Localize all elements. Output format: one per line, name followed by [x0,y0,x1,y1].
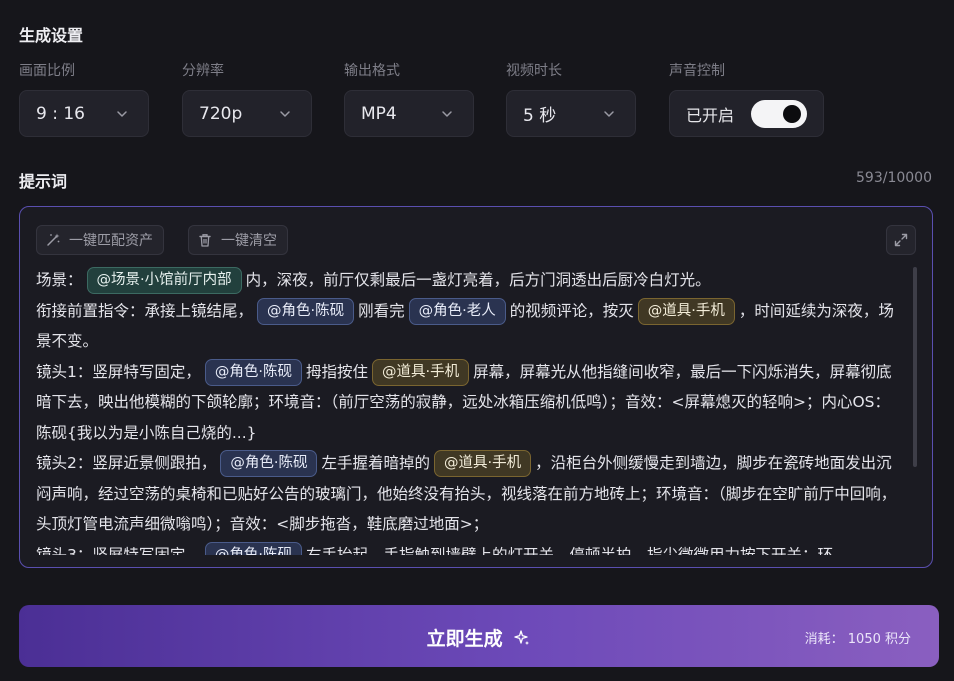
prompt-text-segment: 内，深夜，前厅仅剩最后一盏灯亮着，后方门洞透出后厨冷白灯光。 [245,271,711,289]
prompt-text-segment: 的视频评论，按灭 [509,301,634,320]
scrollbar[interactable] [913,267,917,467]
prompt-char-counter: 593/10000 [856,170,932,186]
prompt-text-segment: 镜头3：竖屏特写固定， [36,545,201,556]
expand-button[interactable] [886,225,916,255]
sound-label: 声音控制 [669,63,725,79]
prompt-text-segment: 场景： [36,271,83,289]
sound-control: 已开启 [669,90,824,137]
settings-title: 生成设置 [19,26,84,45]
prompt-text[interactable]: 场景： @场景·小馆前厅内部 内，深夜，前厅仅剩最后一盏灯亮着，后方门洞透出后厨冷白… [36,265,902,555]
chevron-down-icon [280,110,290,117]
sound-toggle[interactable] [751,100,807,128]
sound-status: 已开启 [686,105,735,125]
resolution-select[interactable]: 720p [182,90,312,137]
chevron-down-icon [604,110,614,117]
asset-tag-role[interactable]: @角色·陈砚 [257,297,355,325]
aspect-ratio-value: 9 : 16 [36,103,85,124]
asset-tag-prop[interactable]: @道具·手机 [637,297,735,325]
asset-tag-role[interactable]: @角色·陈砚 [220,450,318,477]
trash-icon [199,234,211,247]
asset-tag-role[interactable]: @角色·陈砚 [204,358,302,386]
duration-select[interactable]: 5 秒 [506,90,636,137]
expand-icon [894,233,908,247]
generate-cost: 消耗： 1050 积分 [804,632,911,647]
format-select[interactable]: MP4 [344,90,474,137]
chevron-down-icon [117,110,127,117]
match-assets-label: 一键匹配资产 [69,233,153,249]
generate-button[interactable]: 立即生成 消耗： 1050 积分 [19,605,939,667]
prompt-text-segment: 衔接前置指令：承接上镜结尾， [36,301,254,320]
asset-tag-scene[interactable]: @场景·小馆前厅内部 [86,267,242,294]
aspect-ratio-select[interactable]: 9 : 16 [19,90,149,137]
asset-tag-role[interactable]: @角色·陈砚 [204,541,302,555]
duration-label: 视频时长 [506,63,562,79]
chevron-down-icon [442,110,452,117]
prompt-editor[interactable]: 一键匹配资产 一键清空 场景： @场景·小馆前厅内部 内，深夜，前厅仅剩最后一盏灯亮… [19,206,933,568]
format-value: MP4 [361,103,397,124]
prompt-text-segment: 镜头1：竖屏特写固定， [36,362,201,381]
prompt-text-segment: 左手握着暗掉的 [321,454,430,472]
prompt-text-segment: 拇指按住 [305,362,368,381]
prompt-text-segment: 刚看完 [358,301,405,320]
magic-wand-icon [47,233,60,246]
prompt-text-segment: 镜头2：竖屏近景侧跟拍， [36,454,217,472]
prompt-title: 提示词 [19,172,68,191]
prompt-text-segment: 右手抬起，手指触到墙壁上的灯开关，停顿半拍，指尖微微用力按下开关；环 [305,545,833,556]
generate-label-wrap: 立即生成 [19,624,939,651]
resolution-value: 720p [199,103,243,124]
asset-tag-prop[interactable]: @道具·手机 [434,450,532,477]
clear-button[interactable]: 一键清空 [188,225,288,255]
duration-value: 5 秒 [523,106,557,126]
asset-tag-prop[interactable]: @道具·手机 [372,358,470,386]
format-label: 输出格式 [344,63,400,79]
sparkle-icon [514,630,530,645]
generate-label: 立即生成 [426,628,503,650]
clear-label: 一键清空 [221,233,277,249]
toggle-knob [783,105,801,123]
aspect-ratio-label: 画面比例 [19,63,75,79]
match-assets-button[interactable]: 一键匹配资产 [36,225,164,255]
resolution-label: 分辨率 [182,63,224,79]
asset-tag-role[interactable]: @角色·老人 [408,297,506,325]
